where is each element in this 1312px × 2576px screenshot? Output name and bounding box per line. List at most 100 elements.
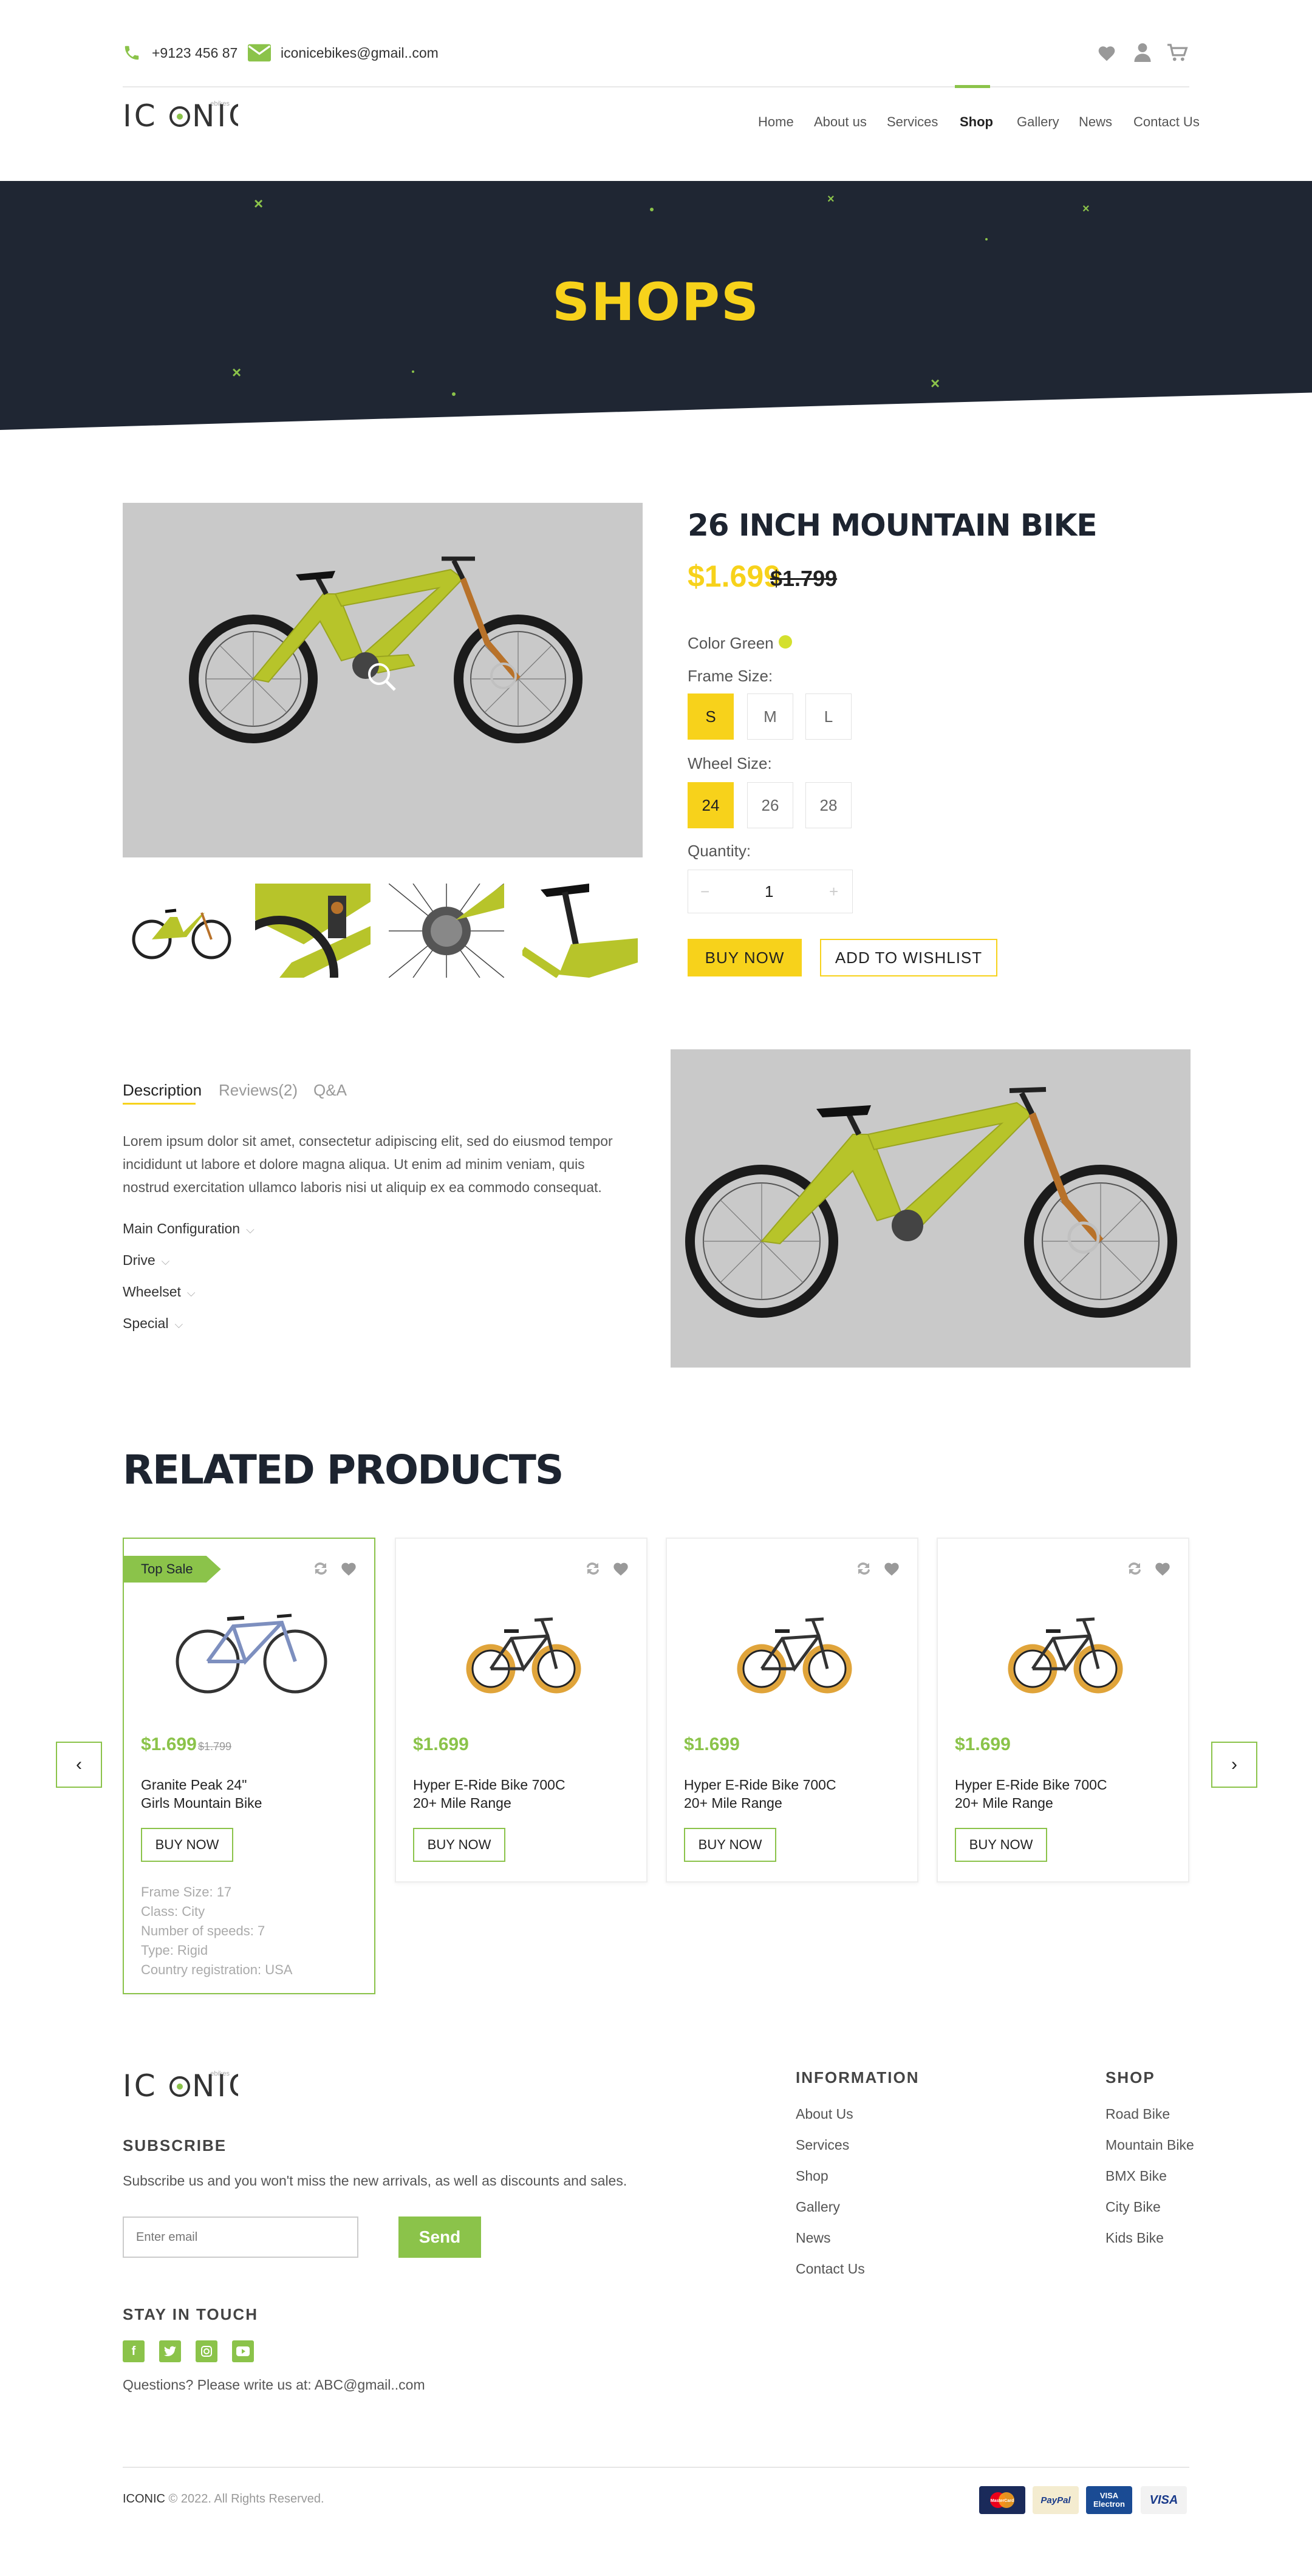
card-buy-now-button[interactable]: BUY NOW	[684, 1828, 776, 1862]
product-image[interactable]	[734, 1602, 855, 1702]
compare-icon[interactable]	[312, 1561, 329, 1579]
product-card[interactable]: $1.699 Hyper E-Ride Bike 700C 20+ Mile Ra…	[666, 1538, 918, 1883]
frame-size-option[interactable]: M	[747, 693, 793, 740]
card-buy-now-button[interactable]: BUY NOW	[141, 1828, 233, 1862]
decor-x: ×	[827, 193, 835, 206]
heart-icon[interactable]	[1097, 44, 1116, 62]
decor-dot	[412, 370, 414, 373]
footer-link-services[interactable]: Services	[796, 2137, 849, 2153]
add-to-wishlist-button[interactable]: ADD TO WISHLIST	[820, 939, 997, 976]
card-name: Granite Peak 24" Girls Mountain Bike	[141, 1777, 262, 1811]
product-card[interactable]: Top Sale $1.699 $1.799 Granite Peak 24" G…	[123, 1538, 375, 1994]
thumbnail-4[interactable]	[522, 884, 638, 978]
carousel-prev-button[interactable]: ‹	[56, 1742, 102, 1788]
product-image[interactable]	[463, 1602, 584, 1702]
footer-link-city-bike[interactable]: City Bike	[1105, 2199, 1161, 2215]
accordion-main-configuration[interactable]: Main Configuration ⌵	[123, 1221, 255, 1237]
nav-services[interactable]: Services	[887, 114, 938, 130]
footer-link-road-bike[interactable]: Road Bike	[1105, 2106, 1170, 2122]
product-image[interactable]	[173, 1602, 330, 1702]
footer-link-gallery[interactable]: Gallery	[796, 2199, 840, 2215]
card-buy-now-button[interactable]: BUY NOW	[955, 1828, 1047, 1862]
tab-reviews[interactable]: Reviews(2)	[219, 1081, 298, 1100]
footer-link-kids-bike[interactable]: Kids Bike	[1105, 2230, 1164, 2246]
product-main-image[interactable]	[123, 503, 643, 857]
card-old-price: $1.799	[198, 1740, 232, 1753]
qty-decrement[interactable]: −	[700, 882, 709, 901]
site-logo[interactable]: ebikes IC NIC	[123, 97, 250, 134]
qty-value[interactable]: 1	[765, 882, 773, 901]
frame-size-option[interactable]: S	[688, 693, 734, 740]
chevron-down-icon: ⌵	[161, 1255, 170, 1267]
compare-icon[interactable]	[584, 1561, 601, 1579]
twitter-icon[interactable]	[159, 2340, 181, 2362]
header-email[interactable]: iconicebikes@gmail..com	[281, 45, 439, 61]
frame-size-option[interactable]: L	[805, 693, 852, 740]
nav-news[interactable]: News	[1079, 114, 1112, 130]
quantity-label: Quantity:	[688, 842, 751, 860]
thumbnail-2[interactable]	[255, 884, 371, 978]
mail-icon	[248, 44, 271, 62]
nav-shop[interactable]: Shop	[960, 114, 993, 130]
wheel-size-option[interactable]: 28	[805, 782, 852, 828]
thumbnail-1[interactable]	[123, 884, 238, 978]
cart-icon[interactable]	[1167, 44, 1188, 62]
footer-link-shop[interactable]: Shop	[796, 2168, 829, 2184]
nav-contact[interactable]: Contact Us	[1133, 114, 1200, 130]
send-button[interactable]: Send	[398, 2217, 481, 2258]
tab-qa[interactable]: Q&A	[313, 1081, 347, 1100]
heart-icon[interactable]	[883, 1561, 900, 1579]
decor-x: ×	[254, 194, 264, 213]
qty-increment[interactable]: +	[829, 882, 838, 901]
footer-link-news[interactable]: News	[796, 2230, 831, 2246]
facebook-icon[interactable]: f	[123, 2340, 145, 2362]
thumbnail-3[interactable]	[389, 884, 504, 978]
copyright: ICONIC © 2022. All Rights Reserved.	[123, 2492, 324, 2506]
heart-icon[interactable]	[612, 1561, 629, 1579]
card-actions	[312, 1561, 357, 1579]
header-phone[interactable]: +9123 456 87	[152, 45, 237, 61]
top-sale-badge: Top Sale	[124, 1556, 221, 1583]
nav-home[interactable]: Home	[758, 114, 794, 130]
nav-gallery[interactable]: Gallery	[1017, 114, 1059, 130]
copyright-text: © 2022. All Rights Reserved.	[165, 2492, 324, 2506]
footer-link-bmx-bike[interactable]: BMX Bike	[1105, 2168, 1167, 2184]
accordion-wheelset[interactable]: Wheelset ⌵	[123, 1284, 196, 1300]
color-swatch-green[interactable]	[779, 635, 792, 649]
wheel-size-option[interactable]: 26	[747, 782, 793, 828]
product-image[interactable]	[1005, 1602, 1126, 1702]
email-input[interactable]	[123, 2217, 358, 2258]
buy-now-button[interactable]: BUY NOW	[688, 939, 802, 976]
chevron-down-icon: ⌵	[246, 1224, 255, 1236]
youtube-icon[interactable]	[232, 2340, 254, 2362]
compare-icon[interactable]	[855, 1561, 872, 1579]
footer-logo[interactable]: ebikes IC NIC	[123, 2067, 250, 2104]
accordion-label: Main Configuration	[123, 1221, 241, 1236]
subscribe-text: Subscribe us and you won't miss the new …	[123, 2173, 627, 2189]
carousel-next-button[interactable]: ›	[1211, 1742, 1257, 1788]
card-actions	[855, 1561, 900, 1579]
card-actions	[1126, 1561, 1171, 1579]
card-name: Hyper E-Ride Bike 700C 20+ Mile Range	[955, 1777, 1107, 1811]
wheel-size-option[interactable]: 24	[688, 782, 734, 828]
heart-icon[interactable]	[1154, 1561, 1171, 1579]
footer-link-contact[interactable]: Contact Us	[796, 2261, 865, 2277]
accordion-label: Drive	[123, 1252, 155, 1268]
user-icon[interactable]	[1133, 43, 1152, 62]
accordion-label: Special	[123, 1315, 169, 1331]
accordion-special[interactable]: Special ⌵	[123, 1315, 183, 1332]
footer-link-mountain-bike[interactable]: Mountain Bike	[1105, 2137, 1194, 2153]
accordion-drive[interactable]: Drive ⌵	[123, 1252, 169, 1269]
header-divider	[123, 86, 1189, 87]
card-buy-now-button[interactable]: BUY NOW	[413, 1828, 505, 1862]
svg-text:IC: IC	[123, 2068, 158, 2101]
nav-about[interactable]: About us	[814, 114, 867, 130]
product-card[interactable]: $1.699 Hyper E-Ride Bike 700C 20+ Mile Ra…	[395, 1538, 647, 1883]
chevron-left-icon: ‹	[76, 1754, 82, 1774]
compare-icon[interactable]	[1126, 1561, 1143, 1579]
tab-description[interactable]: Description	[123, 1081, 202, 1100]
product-card[interactable]: $1.699 Hyper E-Ride Bike 700C 20+ Mile Ra…	[937, 1538, 1189, 1883]
instagram-icon[interactable]	[196, 2340, 217, 2362]
heart-icon[interactable]	[340, 1561, 357, 1579]
footer-link-about[interactable]: About Us	[796, 2106, 853, 2122]
